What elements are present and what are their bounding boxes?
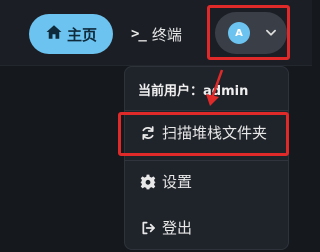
terminal-icon: >_ — [131, 26, 147, 42]
menu-item-label: 设置 — [162, 173, 193, 191]
gear-icon — [140, 174, 156, 190]
terminal-label: 终端 — [151, 25, 182, 44]
current-user-prefix: 当前用户： — [138, 84, 204, 99]
terminal-button[interactable]: >_ 终端 — [131, 14, 205, 54]
user-button-highlight-box — [207, 5, 290, 60]
menu-item-logout[interactable]: 登出 — [140, 217, 192, 238]
menu-item-settings[interactable]: 设置 — [140, 171, 192, 192]
annotation-arrow-icon — [206, 69, 224, 106]
home-button[interactable]: 主页 — [29, 14, 113, 54]
current-user-label: 当前用户：admin — [138, 80, 248, 99]
home-icon — [45, 23, 63, 45]
menu-item-label: 登出 — [162, 219, 193, 237]
menu-divider — [124, 110, 289, 111]
scan-item-highlight-box — [118, 112, 289, 156]
home-label: 主页 — [66, 25, 97, 44]
logout-icon — [140, 220, 156, 236]
menu-divider — [124, 160, 289, 161]
